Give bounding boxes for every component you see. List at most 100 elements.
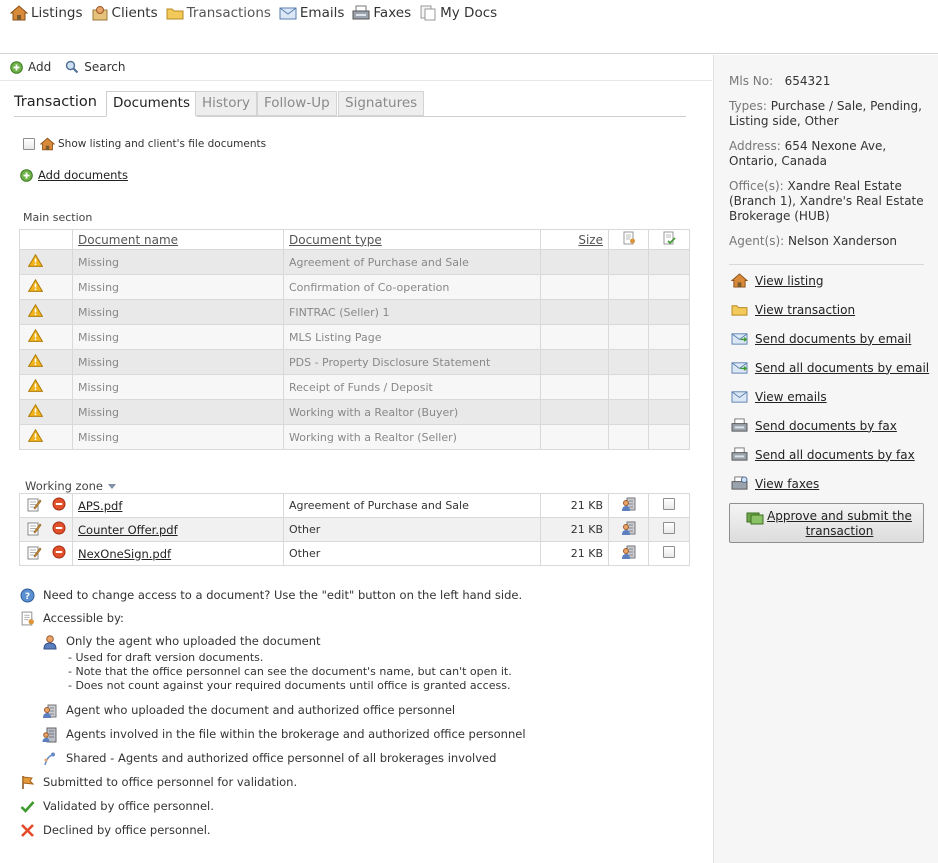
tab-transaction[interactable]: Transaction <box>14 91 103 116</box>
address-label: Address: <box>729 139 781 153</box>
working-zone-header: Working zone <box>25 479 116 493</box>
document-type-cell: Working with a Realtor (Buyer) <box>283 399 541 425</box>
nav-transactions[interactable]: Transactions <box>166 5 271 21</box>
view-faxes-label[interactable]: View faxes <box>755 477 819 491</box>
legend-submitted: Submitted to office personnel for valida… <box>20 775 297 790</box>
size-cell <box>540 299 609 325</box>
agent-office-icon[interactable] <box>621 520 637 536</box>
tab-history[interactable]: History <box>195 91 258 116</box>
add-circle-icon <box>20 168 33 182</box>
send-all-documents-fax-label[interactable]: Send all documents by fax <box>755 448 915 462</box>
nav-emails[interactable]: Emails <box>279 5 344 21</box>
status-cell <box>19 424 73 450</box>
nav-faxes-label: Faxes <box>373 5 412 21</box>
send-all-documents-email-label[interactable]: Send all documents by email <box>755 361 929 375</box>
select-checkbox[interactable] <box>663 522 675 534</box>
size-column-header[interactable]: Size <box>540 229 609 250</box>
file-link[interactable]: NexOneSign.pdf <box>78 547 171 561</box>
warning-icon <box>28 429 43 442</box>
file-link[interactable]: Counter Offer.pdf <box>78 523 178 537</box>
document-name-cell: Missing <box>72 374 284 400</box>
table-row: Missing Working with a Realtor (Buyer) <box>19 399 690 425</box>
help-icon: ? <box>20 588 35 603</box>
approve-submit-button[interactable]: Approve and submit the transaction <box>729 503 924 543</box>
legend-note: - Note that the office personnel can see… <box>68 665 512 678</box>
send-documents-fax-link[interactable]: Send documents by fax <box>731 418 897 433</box>
search-button[interactable]: Search <box>65 60 125 74</box>
edit-icon[interactable] <box>27 545 42 560</box>
table-row: Missing Agreement of Purchase and Sale <box>19 249 690 275</box>
nav-my-docs-label: My Docs <box>440 5 498 21</box>
view-transaction-link[interactable]: View transaction <box>731 302 855 317</box>
remove-icon[interactable] <box>52 497 66 511</box>
docs-icon <box>419 5 437 21</box>
legend-shared-text: Shared - Agents and authorized office pe… <box>66 751 497 765</box>
legend-validated: Validated by office personnel. <box>20 799 214 814</box>
view-transaction-label[interactable]: View transaction <box>755 303 855 317</box>
send-documents-email-label[interactable]: Send documents by email <box>755 332 911 346</box>
send-all-documents-email-link[interactable]: Send all documents by email <box>731 360 929 375</box>
view-listing-label[interactable]: View listing <box>755 274 823 288</box>
view-emails-label[interactable]: View emails <box>755 390 827 404</box>
access-doc-icon <box>622 231 636 245</box>
envelope-icon <box>279 5 297 21</box>
add-documents-link[interactable]: Add documents <box>20 168 128 182</box>
nav-clients[interactable]: Clients <box>91 5 158 21</box>
mls-label: Mls No: <box>729 74 774 88</box>
folder-icon <box>731 302 748 317</box>
remove-icon[interactable] <box>52 521 66 535</box>
view-faxes-link[interactable]: View faxes <box>731 476 819 491</box>
tab-documents[interactable]: Documents <box>106 91 197 117</box>
table-row: Missing MLS Listing Page <box>19 324 690 350</box>
search-icon <box>65 60 79 74</box>
add-documents-label[interactable]: Add documents <box>38 168 128 182</box>
actions-cell <box>19 493 73 518</box>
size-cell <box>540 274 609 300</box>
add-circle-icon <box>10 60 23 74</box>
view-emails-link[interactable]: View emails <box>731 389 827 404</box>
access-cell <box>608 349 649 375</box>
access-cell <box>608 493 649 518</box>
agent-office-icon[interactable] <box>621 544 637 560</box>
send-documents-email-link[interactable]: Send documents by email <box>731 331 911 346</box>
select-cell <box>648 517 690 542</box>
agent-office-icon[interactable] <box>621 496 637 512</box>
tab-bar: Transaction Documents History Follow-Up … <box>14 91 686 117</box>
tab-signatures[interactable]: Signatures <box>338 91 425 116</box>
add-button[interactable]: Add <box>10 60 51 74</box>
file-link[interactable]: APS.pdf <box>78 499 122 513</box>
working-zone-dropdown-icon[interactable] <box>108 483 116 489</box>
nav-listings[interactable]: Listings <box>10 5 83 21</box>
show-file-documents-checkbox[interactable] <box>23 138 35 150</box>
tab-follow-up[interactable]: Follow-Up <box>257 91 337 116</box>
select-checkbox[interactable] <box>663 498 675 510</box>
legend-only-agent-text: Only the agent who uploaded the document <box>66 634 321 648</box>
actions-cell <box>19 541 73 566</box>
table-row: NexOneSign.pdf Other 21 KB <box>19 541 690 566</box>
remove-icon[interactable] <box>52 545 66 559</box>
size-cell: 21 KB <box>540 517 609 542</box>
house-icon <box>40 137 55 151</box>
working-zone-label: Working zone <box>25 479 103 493</box>
document-name-cell: Missing <box>72 324 284 350</box>
document-type-column-header[interactable]: Document type <box>283 229 541 250</box>
main-section-table: Document name Document type Size Missing… <box>19 229 690 450</box>
legend-note: - Used for draft version documents. <box>68 651 264 664</box>
select-checkbox[interactable] <box>663 546 675 558</box>
status-cell <box>19 274 73 300</box>
legend-agent-office: Agent who uploaded the document and auth… <box>42 703 455 719</box>
send-all-documents-fax-link[interactable]: Send all documents by fax <box>731 447 915 462</box>
document-type-cell: Confirmation of Co-operation <box>283 274 541 300</box>
legend-validated-text: Validated by office personnel. <box>43 799 214 813</box>
size-cell <box>540 374 609 400</box>
view-listing-link[interactable]: View listing <box>731 273 823 288</box>
edit-icon[interactable] <box>27 521 42 536</box>
document-name-cell: Missing <box>72 274 284 300</box>
document-name-column-header[interactable]: Document name <box>72 229 284 250</box>
nav-my-docs[interactable]: My Docs <box>419 5 497 21</box>
send-documents-fax-label[interactable]: Send documents by fax <box>755 419 897 433</box>
nav-faxes[interactable]: Faxes <box>352 5 411 21</box>
brokerage-icon <box>42 727 58 743</box>
table-header-row: Document name Document type Size <box>19 229 690 250</box>
edit-icon[interactable] <box>27 497 42 512</box>
